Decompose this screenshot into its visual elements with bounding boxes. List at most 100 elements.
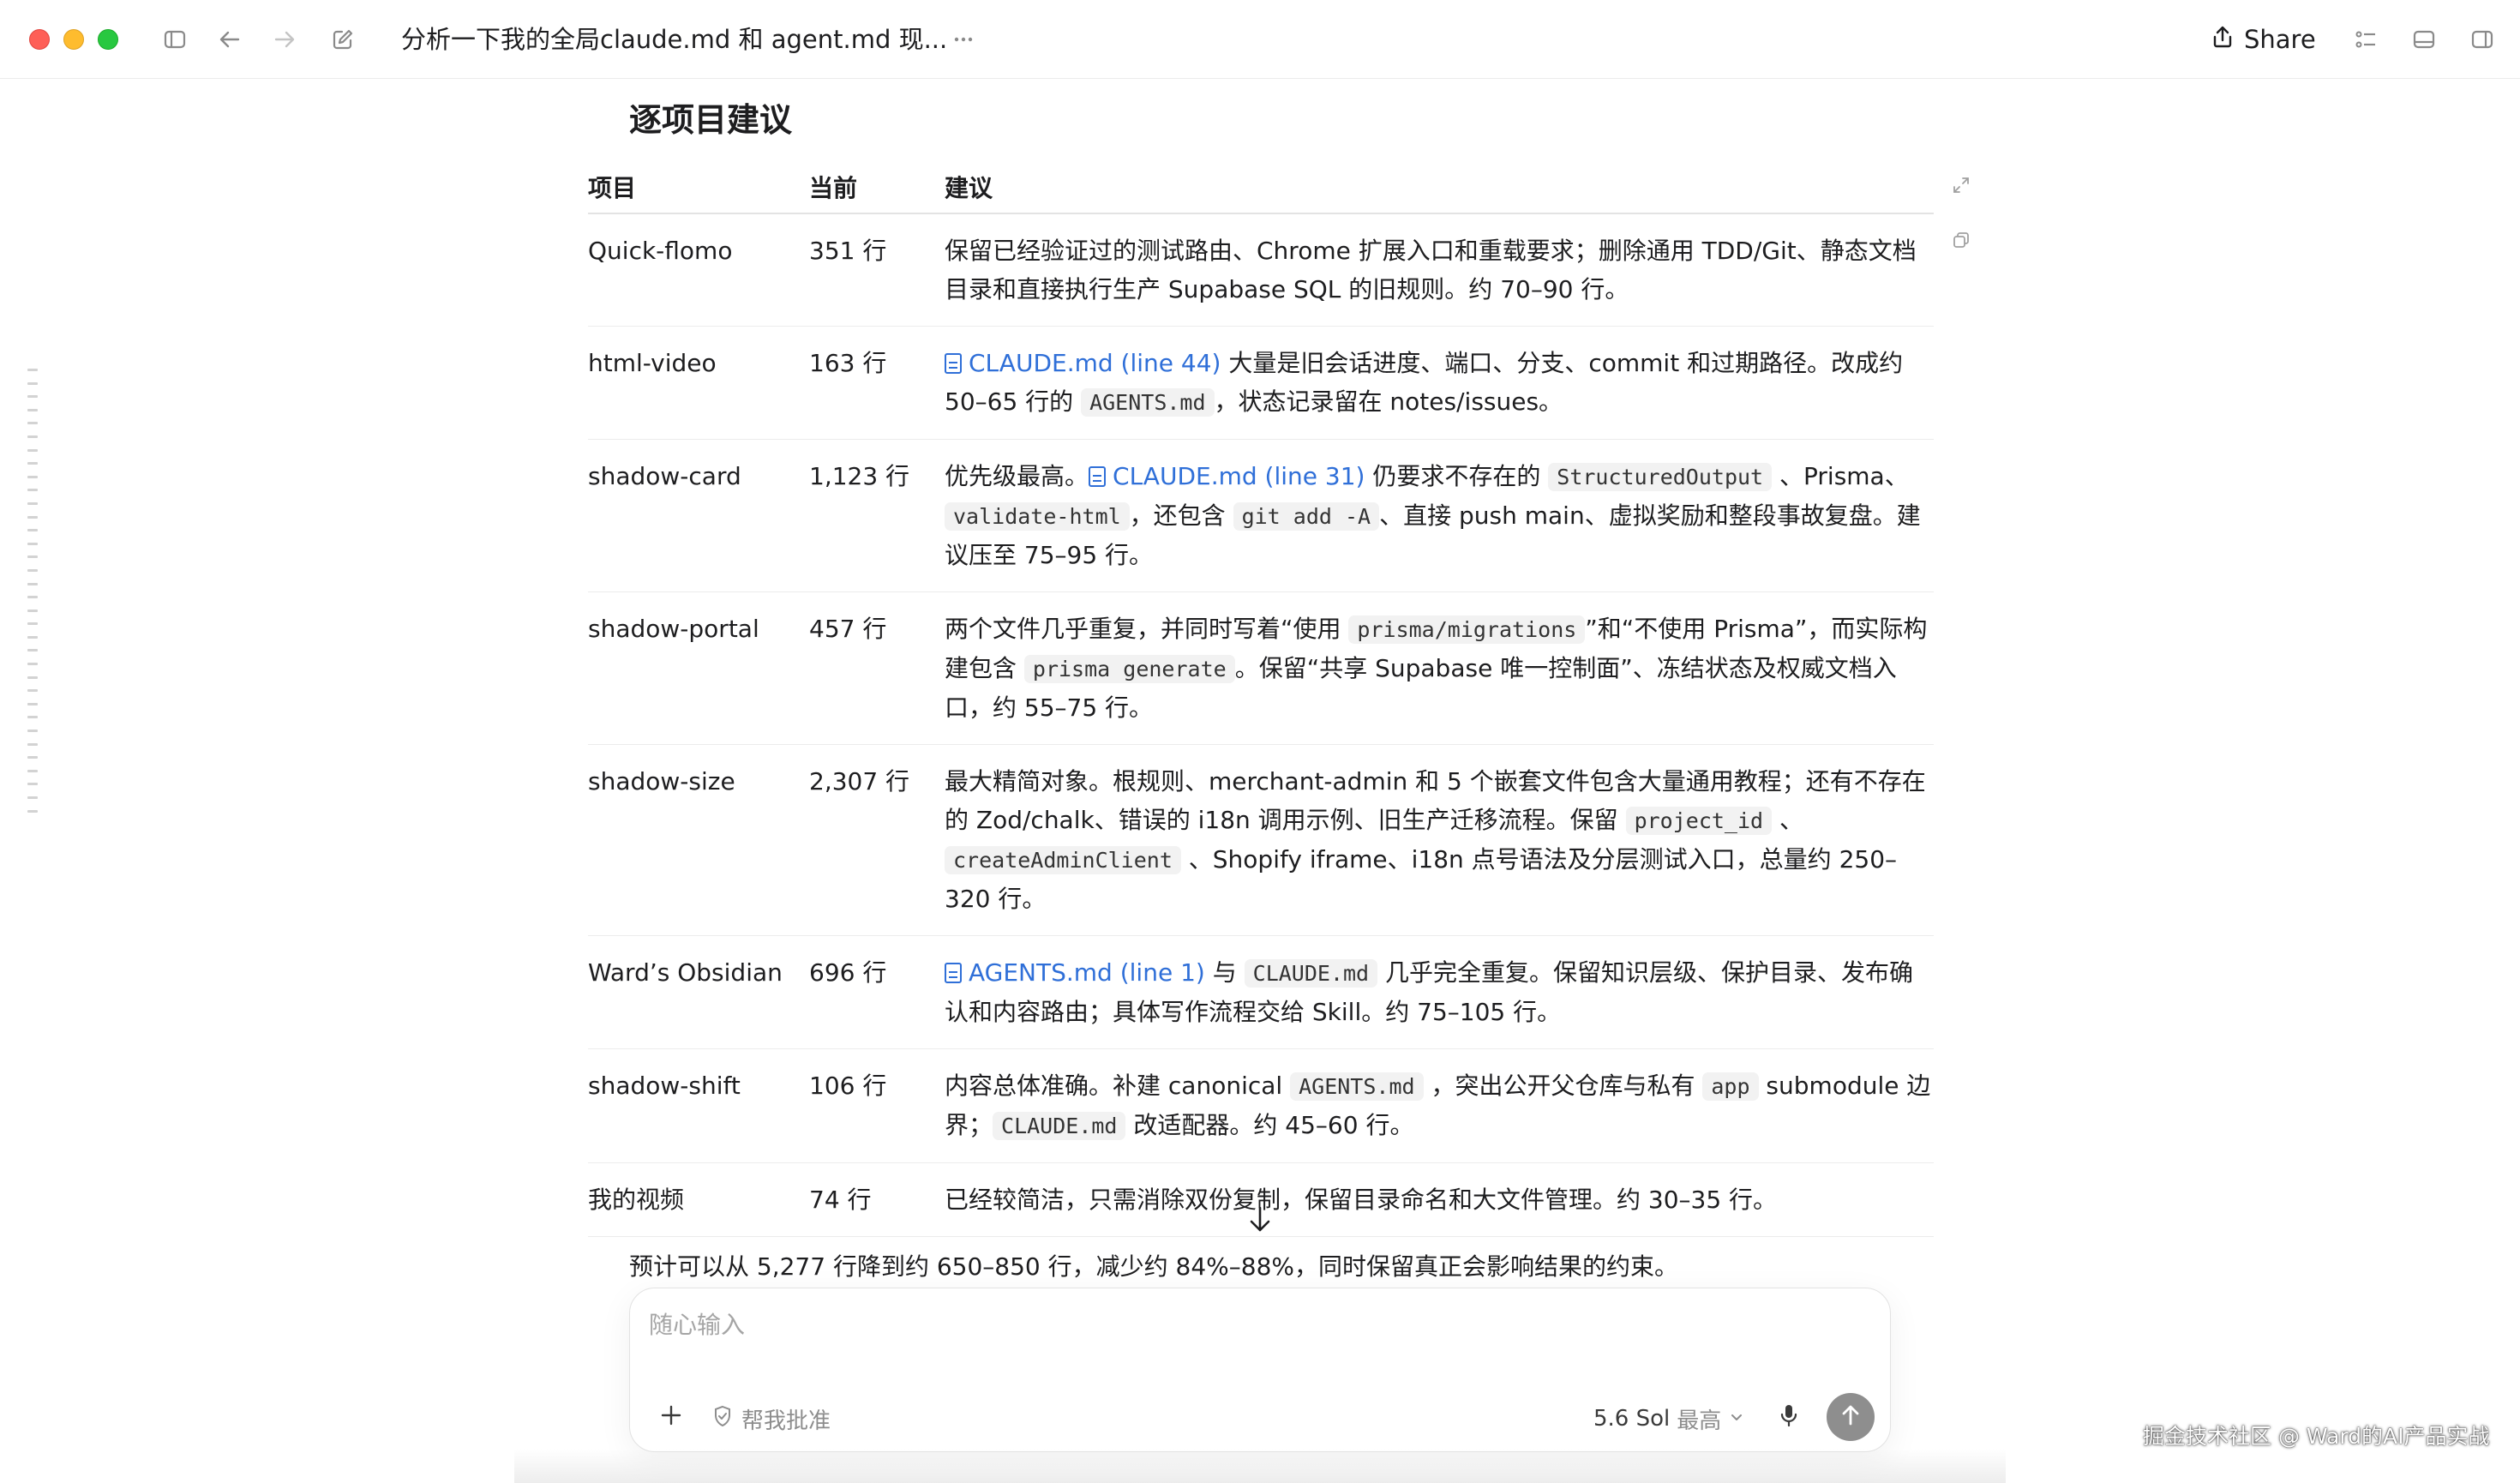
minimap-tick[interactable] [27, 663, 38, 666]
minimap-tick[interactable] [27, 742, 38, 746]
arrow-down-icon [1247, 1205, 1273, 1238]
section-title: 逐项目建议 [629, 101, 793, 139]
inline-code: prisma generate [1023, 655, 1235, 683]
minimap-tick[interactable] [27, 582, 38, 585]
cell-advice: CLAUDE.md (line 44) 大量是旧会话进度、端口、分支、commi… [945, 344, 1934, 422]
minimap-tick[interactable] [27, 395, 38, 399]
back-icon[interactable] [213, 22, 247, 57]
minimap-tick[interactable] [27, 501, 38, 505]
advice-table: 项目 当前 建议 Quick-flomo 351 行 保留已经验证过的测试路由、Ch… [588, 161, 1934, 1237]
minimap-tick[interactable] [27, 609, 38, 612]
minimap-tick[interactable] [27, 756, 38, 760]
file-reference-label: CLAUDE.md (line 31) [1113, 462, 1365, 490]
close-window-button[interactable] [29, 29, 50, 50]
minimap-tick[interactable] [27, 702, 38, 705]
file-icon [945, 353, 962, 374]
advice-text: 仍要求不存在的 [1365, 462, 1549, 490]
minimap-tick[interactable] [27, 529, 38, 532]
minimap-tick[interactable] [27, 462, 38, 465]
table-row: Ward’s Obsidian 696 行 AGENTS.md (line 1) 与… [588, 936, 1934, 1049]
minimap-tick[interactable] [27, 675, 38, 679]
minimap-tick[interactable] [27, 489, 38, 492]
approval-mode-button[interactable]: 帮我批准 [712, 1402, 831, 1436]
minimap-tick[interactable] [27, 783, 38, 786]
inline-code: app [1702, 1072, 1759, 1101]
compose-icon[interactable] [326, 22, 360, 57]
minimap-tick[interactable] [27, 369, 38, 371]
copy-table-icon[interactable] [1949, 228, 1973, 252]
minimap-tick[interactable] [27, 622, 38, 626]
minimap-tick[interactable] [27, 555, 38, 559]
panel-right-icon[interactable] [2465, 22, 2499, 57]
share-button[interactable]: Share [2211, 19, 2316, 60]
add-attachment-button[interactable] [654, 1400, 688, 1434]
table-header: 项目 当前 建议 [588, 161, 1934, 214]
advice-text: 优先级最高。 [945, 462, 1089, 490]
advice-text: 改适配器。约 45–60 行。 [1125, 1111, 1414, 1139]
minimize-window-button[interactable] [63, 29, 84, 50]
advice-text: ，还包含 [1129, 501, 1233, 530]
minimap-tick[interactable] [27, 542, 38, 545]
send-button[interactable] [1827, 1393, 1875, 1441]
cell-project: shadow-card [588, 462, 741, 490]
inline-code: git add -A [1233, 502, 1380, 531]
arrow-up-icon [1839, 1403, 1862, 1431]
scroll-to-bottom-button[interactable] [1234, 1200, 1286, 1243]
message-input[interactable] [649, 1311, 1763, 1339]
minimap-tick[interactable] [27, 435, 38, 438]
cell-advice: AGENTS.md (line 1) 与 CLAUDE.md 几乎完全重复。保留… [945, 953, 1934, 1031]
minimap-tick[interactable] [27, 381, 38, 385]
zoom-window-button[interactable] [98, 29, 118, 50]
minimap-tick[interactable] [27, 475, 38, 478]
model-selector[interactable]: 5.6 Sol 最高 [1593, 1402, 1745, 1436]
panel-bottom-icon[interactable] [2407, 22, 2441, 57]
plus-icon [660, 1404, 682, 1430]
conversation-minimap[interactable] [27, 369, 39, 823]
advice-text: 、Prisma、 [1772, 462, 1909, 490]
cell-advice: 最大精简对象。根规则、merchant-admin 和 5 个嵌套文件包含大量通… [945, 762, 1934, 918]
minimap-tick[interactable] [27, 596, 38, 599]
voice-input-button[interactable] [1770, 1398, 1808, 1436]
minimap-tick[interactable] [27, 448, 38, 452]
minimap-tick[interactable] [27, 649, 38, 652]
cell-current: 351 行 [809, 237, 887, 265]
file-reference-link[interactable]: CLAUDE.md (line 31) [1089, 462, 1365, 490]
forward-icon[interactable] [267, 22, 302, 57]
minimap-tick[interactable] [27, 809, 38, 813]
inline-code: CLAUDE.md [1244, 959, 1378, 988]
minimap-tick[interactable] [27, 689, 38, 693]
cell-current: 2,307 行 [809, 767, 910, 796]
header-project: 项目 [588, 174, 637, 202]
more-icon[interactable] [946, 22, 981, 57]
minimap-tick[interactable] [27, 796, 38, 799]
expand-table-icon[interactable] [1949, 173, 1973, 197]
minimap-tick[interactable] [27, 716, 38, 719]
file-reference-link[interactable]: AGENTS.md (line 1) [945, 958, 1205, 987]
advice-text: 已经较简洁，只需消除双份复制，保留目录命名和大文件管理。约 30–35 行。 [945, 1186, 1778, 1214]
minimap-tick[interactable] [27, 635, 38, 639]
table-row: shadow-size 2,307 行 最大精简对象。根规则、merchant-ad… [588, 745, 1934, 936]
cell-advice: 已经较简洁，只需消除双份复制，保留目录命名和大文件管理。约 30–35 行。 [945, 1180, 1934, 1219]
summary-text: 预计可以从 5,277 行降到约 650–850 行，减少约 84%–88%，同… [629, 1252, 1679, 1281]
cell-current: 106 行 [809, 1072, 887, 1100]
file-icon [945, 963, 962, 983]
chevron-down-icon [1728, 1406, 1745, 1432]
file-reference-link[interactable]: CLAUDE.md (line 44) [945, 349, 1221, 377]
sidebar-icon[interactable] [158, 22, 192, 57]
advice-text: 内容总体准确。补建 canonical [945, 1072, 1291, 1100]
minimap-tick[interactable] [27, 729, 38, 733]
inline-code: StructuredOutput [1548, 463, 1773, 491]
minimap-tick[interactable] [27, 408, 38, 411]
minimap-tick[interactable] [27, 515, 38, 519]
cell-project: html-video [588, 349, 717, 377]
inline-code: AGENTS.md [1081, 388, 1215, 417]
minimap-tick[interactable] [27, 422, 38, 425]
checklist-icon[interactable] [2349, 22, 2383, 57]
minimap-tick[interactable] [27, 568, 38, 572]
table-row: shadow-card 1,123 行 优先级最高。 CLAUDE.md (line … [588, 440, 1934, 592]
shield-icon [712, 1405, 733, 1433]
inline-code: AGENTS.md [1290, 1072, 1424, 1101]
advice-text: 与 [1204, 958, 1245, 987]
minimap-tick[interactable] [27, 769, 38, 772]
table-row: shadow-portal 457 行 两个文件几乎重复，并同时写着“使用 pris… [588, 592, 1934, 745]
